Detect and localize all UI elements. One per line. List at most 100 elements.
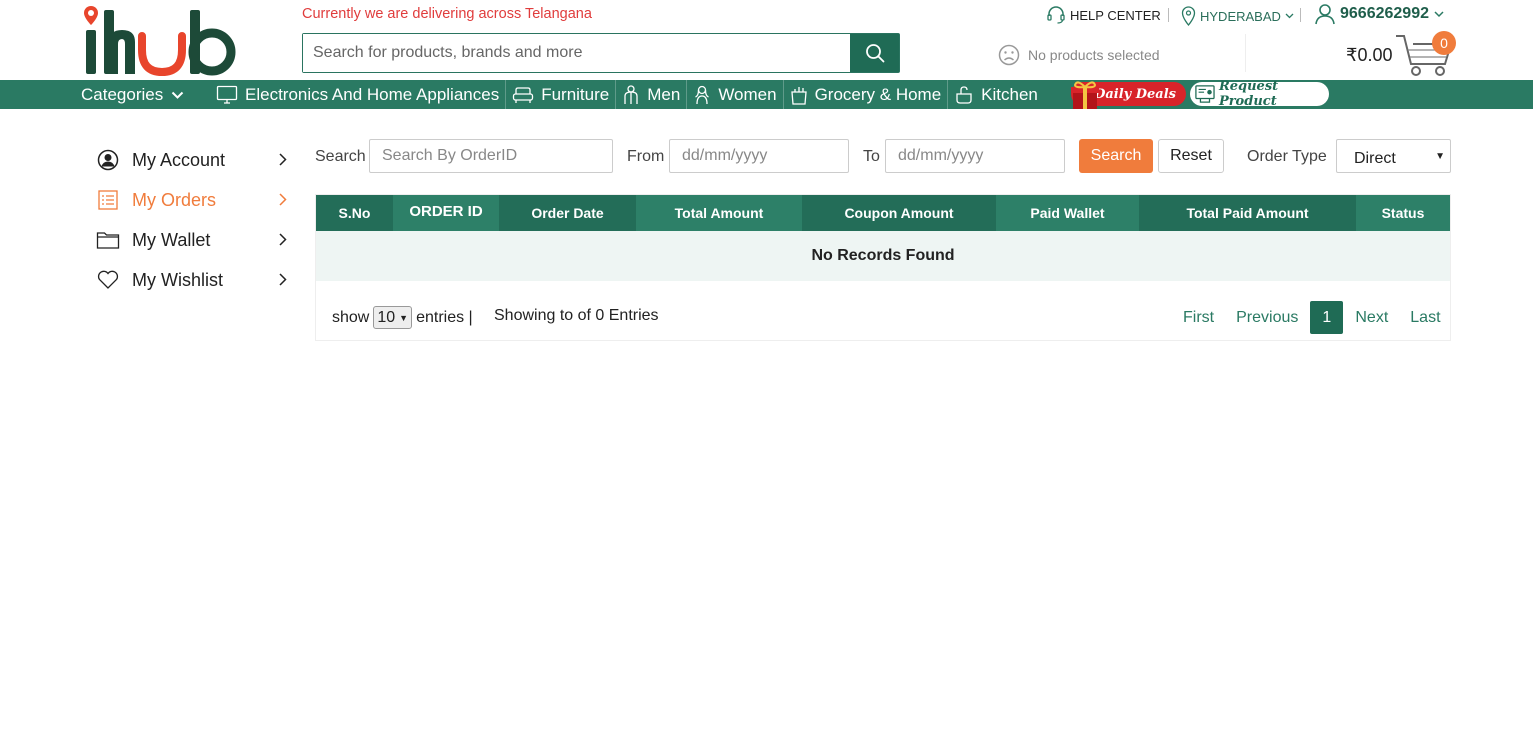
city-selector[interactable]: HYDERABAD bbox=[1181, 6, 1294, 26]
pagination-last[interactable]: Last bbox=[1399, 309, 1451, 327]
chevron-right-icon bbox=[279, 193, 287, 206]
column-header[interactable]: S.No bbox=[316, 195, 393, 231]
column-header[interactable]: Coupon Amount bbox=[802, 195, 996, 231]
user-circle-icon bbox=[97, 149, 119, 171]
sidebar-item-my-wallet[interactable]: My Wallet bbox=[96, 220, 291, 260]
page-size-select[interactable]: 10 ▼ bbox=[373, 306, 413, 329]
cart-status: No products selected bbox=[998, 44, 1160, 66]
nav-item-label: Electronics And Home Appliances bbox=[245, 84, 500, 104]
chevron-right-icon bbox=[279, 153, 287, 166]
column-header[interactable]: ORDER ID bbox=[393, 195, 499, 231]
pagination-first[interactable]: First bbox=[1172, 309, 1225, 327]
cart-total: ₹0.00 bbox=[1346, 45, 1393, 65]
list-icon bbox=[98, 190, 118, 210]
pagination-previous[interactable]: Previous bbox=[1225, 309, 1309, 327]
delivery-notice: Currently we are delivering across Telan… bbox=[302, 6, 592, 22]
nav-item-furniture[interactable]: Furniture bbox=[505, 80, 615, 109]
nav-item-women[interactable]: Women bbox=[686, 80, 782, 109]
order-type-label: Order Type bbox=[1247, 148, 1327, 165]
sidebar-item-label: My Wishlist bbox=[132, 269, 223, 290]
column-header[interactable]: Status bbox=[1356, 195, 1450, 231]
column-header[interactable]: Order Date bbox=[499, 195, 636, 231]
help-center-label: HELP CENTER bbox=[1070, 7, 1161, 23]
entries-label: entries | bbox=[416, 308, 473, 326]
daily-deals-label: Daily Deals bbox=[1094, 86, 1176, 102]
nav-item-label: Grocery & Home bbox=[814, 84, 942, 104]
sad-face-icon bbox=[998, 44, 1020, 66]
user-phone: 9666262992 bbox=[1340, 5, 1429, 22]
search-label: Search bbox=[315, 148, 366, 165]
to-date-input[interactable] bbox=[885, 139, 1065, 173]
help-center-link[interactable]: HELP CENTER bbox=[1046, 5, 1161, 25]
order-type-select[interactable]: Direct ▼ bbox=[1336, 139, 1451, 173]
table-row: No Records Found bbox=[316, 231, 1450, 281]
chevron-right-icon bbox=[279, 233, 287, 246]
gift-icon bbox=[1071, 81, 1099, 109]
from-label: From bbox=[627, 148, 665, 165]
no-records-message: No Records Found bbox=[316, 231, 1450, 281]
from-date-input[interactable] bbox=[669, 139, 849, 173]
header-divider bbox=[1300, 8, 1301, 22]
nav-item-men[interactable]: Men bbox=[615, 80, 686, 109]
header-divider bbox=[1168, 8, 1169, 22]
request-icon bbox=[1195, 85, 1215, 103]
search-submit-button[interactable] bbox=[850, 34, 899, 72]
product-search bbox=[302, 33, 900, 73]
ihub-logo[interactable] bbox=[80, 4, 240, 78]
nav-item-electronics[interactable]: Electronics And Home Appliances bbox=[210, 80, 505, 109]
to-label: To bbox=[863, 148, 880, 165]
column-header[interactable]: Paid Wallet bbox=[996, 195, 1139, 231]
nav-item-kitchen[interactable]: Kitchen bbox=[947, 80, 1044, 109]
pagination-current-page[interactable]: 1 bbox=[1310, 301, 1344, 334]
request-product-label: Request Product bbox=[1218, 79, 1279, 109]
page-size-control: show 10 ▼ entries | bbox=[332, 306, 473, 329]
orders-table: S.No ORDER ID Order Date Total Amount Co… bbox=[316, 195, 1450, 281]
grocery-bag-icon bbox=[790, 86, 807, 105]
filter-search-button[interactable]: Search bbox=[1079, 139, 1153, 173]
folder-icon bbox=[96, 232, 120, 249]
sofa-icon bbox=[513, 86, 534, 103]
kitchen-icon bbox=[956, 85, 972, 104]
chevron-right-icon bbox=[279, 273, 287, 286]
entries-summary: Showing to of 0 Entries bbox=[494, 307, 659, 324]
orders-table-container: S.No ORDER ID Order Date Total Amount Co… bbox=[315, 194, 1451, 341]
dropdown-arrow-icon: ▼ bbox=[399, 312, 409, 323]
heart-icon bbox=[97, 270, 119, 289]
site-header: Currently we are delivering across Telan… bbox=[0, 0, 1533, 80]
page-size-value: 10 bbox=[377, 308, 396, 326]
sidebar-item-label: My Account bbox=[132, 149, 226, 170]
order-type-value: Direct bbox=[1354, 150, 1396, 167]
request-product-button[interactable]: Request Product bbox=[1190, 79, 1329, 109]
headset-icon bbox=[1047, 6, 1065, 24]
cart-count-badge: 0 bbox=[1432, 31, 1456, 55]
user-account-menu[interactable]: 9666262992 bbox=[1315, 3, 1444, 25]
chevron-down-icon bbox=[1434, 10, 1444, 17]
header-divider bbox=[1245, 34, 1246, 72]
product-search-input[interactable] bbox=[303, 34, 850, 72]
column-header[interactable]: Total Paid Amount bbox=[1139, 195, 1356, 231]
monitor-icon bbox=[216, 85, 238, 104]
sidebar-item-label: My Orders bbox=[132, 189, 217, 210]
woman-icon bbox=[695, 85, 710, 104]
order-filters: Search From To Search Reset Order Type D… bbox=[315, 139, 1451, 173]
man-icon bbox=[624, 84, 638, 104]
filter-reset-button[interactable]: Reset bbox=[1158, 139, 1224, 173]
nav-item-label: Kitchen bbox=[981, 84, 1038, 104]
chevron-down-icon bbox=[1285, 13, 1294, 19]
sidebar-item-my-orders[interactable]: My Orders bbox=[96, 180, 291, 220]
categories-menu[interactable]: Categories bbox=[81, 85, 184, 105]
column-header[interactable]: Total Amount bbox=[636, 195, 802, 231]
nav-item-grocery[interactable]: Grocery & Home bbox=[782, 80, 948, 109]
sidebar-item-label: My Wallet bbox=[132, 229, 211, 250]
sidebar-item-my-wishlist[interactable]: My Wishlist bbox=[96, 260, 291, 300]
location-pin-icon bbox=[1181, 6, 1196, 26]
order-id-search-input[interactable] bbox=[369, 139, 613, 173]
sidebar-item-my-account[interactable]: My Account bbox=[96, 140, 291, 180]
pagination: First Previous 1 Next Last bbox=[1172, 301, 1452, 334]
dropdown-arrow-icon: ▼ bbox=[1435, 151, 1445, 162]
pagination-next[interactable]: Next bbox=[1344, 309, 1399, 327]
account-sidebar: My Account My Orders My Wallet My Wishli… bbox=[96, 140, 291, 300]
chevron-down-icon bbox=[172, 91, 184, 99]
table-header-row: S.No ORDER ID Order Date Total Amount Co… bbox=[316, 195, 1450, 231]
nav-item-label: Furniture bbox=[541, 84, 610, 104]
